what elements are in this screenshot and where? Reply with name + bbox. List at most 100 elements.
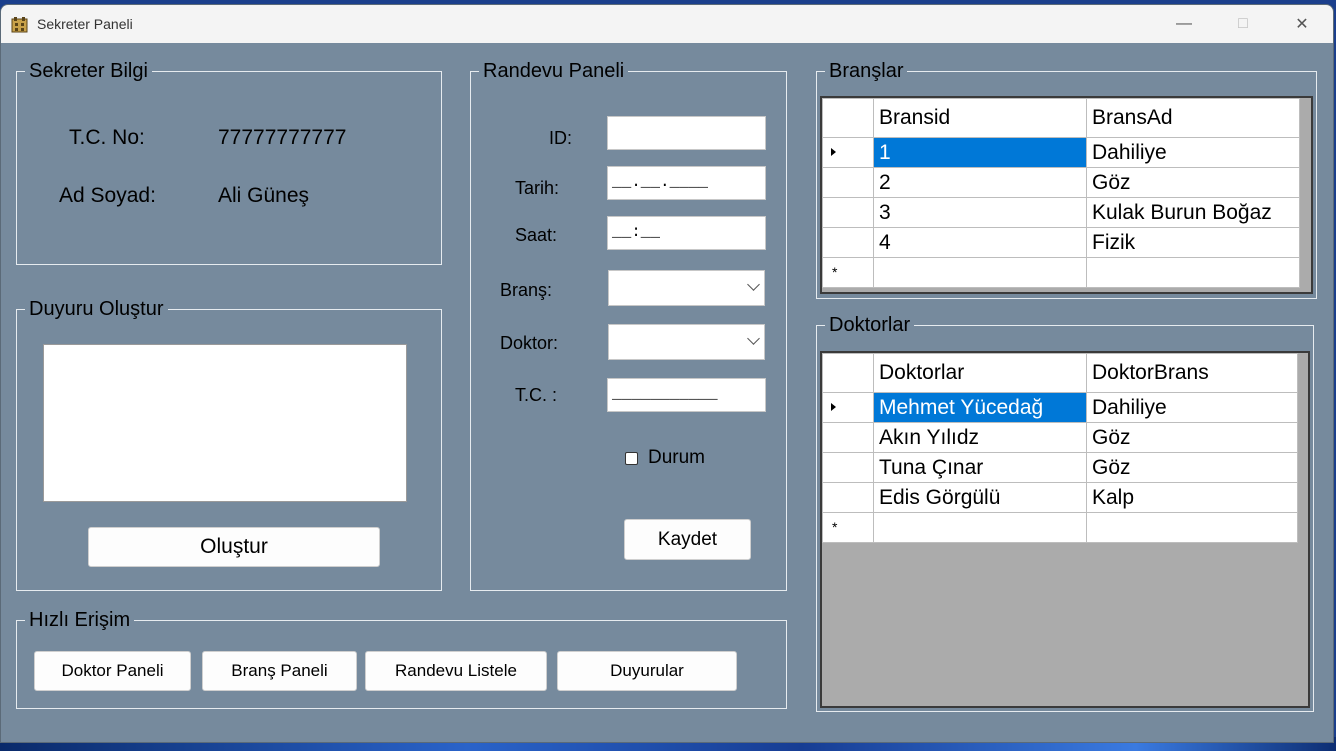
row-header[interactable]	[822, 482, 874, 513]
close-button[interactable]: ✕	[1273, 5, 1331, 43]
row-header[interactable]	[822, 392, 874, 423]
table-cell[interactable]: 1	[873, 137, 1087, 168]
table-cell[interactable]: 2	[873, 167, 1087, 198]
app-icon	[11, 16, 28, 33]
saat-label: Saat:	[515, 225, 558, 245]
randevu-listele-button[interactable]: Randevu Listele	[365, 651, 547, 691]
table-cell[interactable]: Göz	[1086, 167, 1300, 198]
olustur-button[interactable]: Oluştur	[88, 527, 380, 567]
table-cell[interactable]: Dahiliye	[1086, 137, 1300, 168]
table-row[interactable]: Akın Yılıdz Göz	[822, 422, 1298, 453]
new-row[interactable]: *	[822, 512, 1298, 543]
durum-label: Durum	[648, 447, 706, 468]
table-row[interactable]: Edis Görgülü Kalp	[822, 482, 1298, 513]
row-header[interactable]: *	[822, 257, 874, 288]
tarih-label: Tarih:	[515, 178, 560, 198]
doktor-label: Doktor:	[500, 333, 559, 353]
duyurular-button[interactable]: Duyurular	[557, 651, 737, 691]
saat-input[interactable]: __:__	[607, 216, 766, 250]
row-header[interactable]: *	[822, 512, 874, 543]
tarih-input[interactable]: __.__.____	[607, 166, 766, 200]
table-row[interactable]: 1 Dahiliye	[822, 137, 1300, 168]
brans-select[interactable]	[608, 270, 765, 306]
hizli-erisim-title: Hızlı Erişim	[25, 608, 135, 632]
branslar-grid[interactable]: Bransid BransAd 1 Dahiliye 2 Göz 3 Kulak…	[820, 96, 1313, 294]
current-row-icon	[831, 403, 836, 411]
tc-randevu-label: T.C. :	[515, 385, 558, 405]
row-header[interactable]	[822, 452, 874, 483]
row-header[interactable]	[822, 422, 874, 453]
new-row-marker: *	[832, 264, 838, 280]
table-cell[interactable]: Mehmet Yücedağ	[873, 392, 1087, 423]
column-header-bransid[interactable]: Bransid	[873, 98, 1087, 138]
sekreter-window: Sekreter Paneli — □ ✕ Sekreter Bilgi T.C…	[0, 4, 1334, 743]
table-row[interactable]: Mehmet Yücedağ Dahiliye	[822, 392, 1298, 423]
duyuru-group: Duyuru Oluştur Oluştur	[16, 297, 442, 591]
table-cell[interactable]: Tuna Çınar	[873, 452, 1087, 483]
table-cell[interactable]	[873, 257, 1087, 288]
column-header-doktorbrans[interactable]: DoktorBrans	[1086, 353, 1298, 393]
row-header[interactable]	[822, 197, 874, 228]
doktorlar-grid[interactable]: Doktorlar DoktorBrans Mehmet Yücedağ Dah…	[820, 351, 1310, 708]
table-row[interactable]: Tuna Çınar Göz	[822, 452, 1298, 483]
new-row[interactable]: *	[822, 257, 1300, 288]
id-input[interactable]	[607, 116, 766, 150]
column-header-bransad[interactable]: BransAd	[1086, 98, 1300, 138]
tc-label: T.C. No:	[69, 126, 145, 149]
id-label: ID:	[549, 128, 573, 148]
row-header[interactable]	[822, 227, 874, 258]
table-cell[interactable]: Göz	[1086, 422, 1298, 453]
window-title: Sekreter Paneli	[37, 16, 133, 32]
ad-soyad-value: Ali Güneş	[218, 184, 310, 207]
minimize-icon: —	[1176, 15, 1192, 32]
branslar-group: Branşlar Bransid BransAd 1 Dahiliye 2 Gö…	[816, 59, 1317, 299]
maximize-icon: □	[1238, 15, 1248, 32]
duyuru-title: Duyuru Oluştur	[25, 297, 168, 321]
brans-label: Branş:	[500, 280, 553, 300]
table-row[interactable]: 4 Fizik	[822, 227, 1300, 258]
table-cell[interactable]: 4	[873, 227, 1087, 258]
maximize-button[interactable]: □	[1214, 5, 1272, 43]
table-cell[interactable]: Akın Yılıdz	[873, 422, 1087, 453]
duyuru-textarea[interactable]	[43, 344, 407, 502]
doktor-select[interactable]	[608, 324, 765, 360]
table-cell[interactable]: Dahiliye	[1086, 392, 1298, 423]
table-cell[interactable]: Kalp	[1086, 482, 1298, 513]
table-cell[interactable]: 3	[873, 197, 1087, 228]
tc-randevu-input[interactable]: ___________	[607, 378, 766, 412]
table-cell[interactable]: Kulak Burun Boğaz	[1086, 197, 1300, 228]
brans-paneli-button[interactable]: Branş Paneli	[202, 651, 357, 691]
new-row-marker: *	[832, 519, 838, 535]
table-row[interactable]: 2 Göz	[822, 167, 1300, 198]
chevron-down-icon	[747, 332, 760, 345]
durum-checkbox[interactable]	[625, 452, 638, 465]
table-cell[interactable]	[873, 512, 1087, 543]
doktorlar-title: Doktorlar	[825, 313, 915, 337]
ad-soyad-label: Ad Soyad:	[59, 184, 156, 207]
row-header[interactable]	[822, 137, 874, 168]
table-cell[interactable]	[1086, 512, 1298, 543]
randevu-group: Randevu Paneli ID: Tarih: __.__.____ Saa…	[470, 59, 787, 591]
column-header-doktorlar[interactable]: Doktorlar	[873, 353, 1087, 393]
branslar-title: Branşlar	[825, 59, 908, 83]
doktor-paneli-button[interactable]: Doktor Paneli	[34, 651, 191, 691]
sekreter-bilgi-title: Sekreter Bilgi	[25, 59, 152, 83]
table-cell[interactable]: Göz	[1086, 452, 1298, 483]
current-row-icon	[831, 148, 836, 156]
sekreter-bilgi-group: Sekreter Bilgi T.C. No: 77777777777 Ad S…	[16, 59, 442, 265]
close-icon: ✕	[1295, 16, 1309, 33]
table-row[interactable]: 3 Kulak Burun Boğaz	[822, 197, 1300, 228]
randevu-title: Randevu Paneli	[479, 59, 629, 83]
grid-header-row: Bransid BransAd	[822, 98, 1300, 138]
tc-value: 77777777777	[218, 126, 347, 149]
table-cell[interactable]: Edis Görgülü	[873, 482, 1087, 513]
hizli-erisim-group: Hızlı Erişim Doktor Paneli Branş Paneli …	[16, 608, 787, 709]
chevron-down-icon	[747, 278, 760, 291]
row-header-corner	[822, 98, 874, 138]
kaydet-button[interactable]: Kaydet	[624, 519, 751, 560]
table-cell[interactable]	[1086, 257, 1300, 288]
row-header-corner	[822, 353, 874, 393]
row-header[interactable]	[822, 167, 874, 198]
minimize-button[interactable]: —	[1155, 5, 1213, 43]
table-cell[interactable]: Fizik	[1086, 227, 1300, 258]
